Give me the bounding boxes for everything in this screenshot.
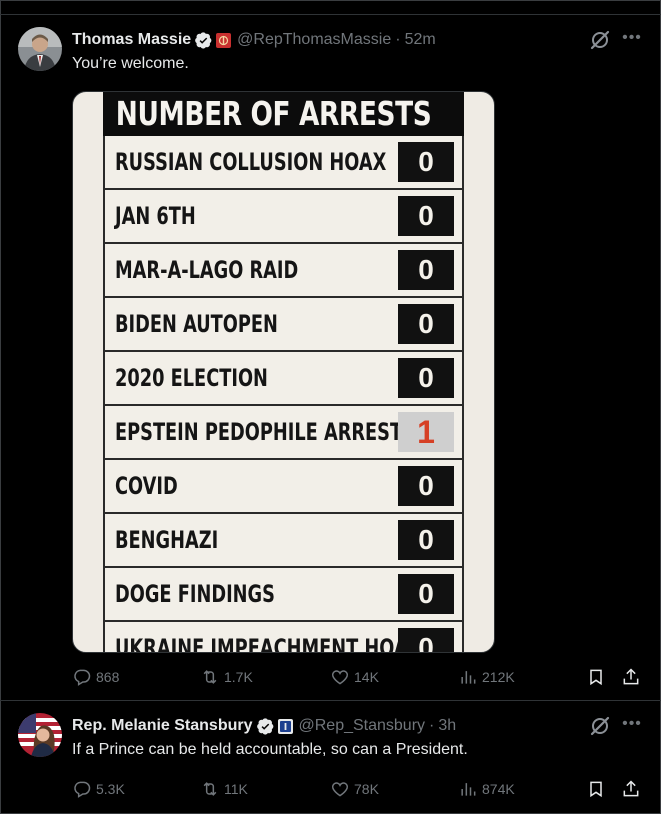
like-count: 78K	[354, 781, 379, 797]
post-text: If a Prince can be held accountable, so …	[72, 741, 468, 758]
post-time[interactable]: 3h	[438, 717, 456, 735]
board-rows: RUSSIAN COLLUSION HOAX 0 JAN 6TH 0 MAR-A-LAG…	[103, 136, 464, 653]
board-row-value: 0	[398, 250, 454, 290]
post-header: Rep. Melanie Stansbury @Rep_Stansbury · …	[72, 716, 456, 736]
reply-count: 5.3K	[96, 781, 125, 797]
board-row-label: UKRAINE IMPEACHMENT HOAX	[115, 634, 422, 653]
reply-button[interactable]: 868	[72, 665, 119, 689]
grok-icon[interactable]	[589, 715, 611, 737]
reply-button[interactable]: 5.3K	[72, 777, 125, 801]
house-seal-icon[interactable]	[277, 718, 293, 734]
board-row-value: 0	[398, 574, 454, 614]
board-row-label: DOGE FINDINGS	[115, 580, 275, 608]
share-button[interactable]	[621, 665, 641, 689]
heart-icon	[331, 782, 349, 797]
board-row-value: 0	[398, 520, 454, 560]
author-name[interactable]: Rep. Melanie Stansbury	[72, 717, 253, 735]
separator: ·	[429, 717, 435, 734]
board-row-value: 0	[398, 358, 454, 398]
post-time[interactable]: 52m	[405, 31, 436, 49]
more-options-icon[interactable]: •••	[621, 29, 643, 51]
heart-icon	[331, 670, 349, 685]
verified-badge-icon	[195, 31, 212, 49]
repost-button[interactable]: 1.7K	[200, 665, 253, 689]
avatar[interactable]	[18, 27, 62, 71]
repost-count: 1.7K	[224, 669, 253, 685]
share-icon	[623, 668, 639, 685]
action-bar: 868 1.7K 14K 212K	[72, 665, 644, 689]
view-count: 212K	[482, 669, 515, 685]
repost-button[interactable]: 11K	[200, 777, 248, 801]
bookmark-icon	[590, 781, 602, 798]
reply-icon	[74, 781, 91, 798]
bookmark-icon	[590, 669, 602, 686]
board-row-value: 0	[398, 142, 454, 182]
views-icon	[461, 671, 476, 684]
board-row-label: 2020 ELECTION	[115, 364, 268, 392]
post-text: You’re welcome.	[72, 55, 189, 72]
views-icon	[461, 783, 476, 796]
board-row: DOGE FINDINGS 0	[103, 568, 464, 622]
board-row-label: RUSSIAN COLLUSION HOAX	[115, 148, 387, 176]
action-bar: 5.3K 11K 78K 874K	[72, 777, 644, 801]
board-row-label: BIDEN AUTOPEN	[115, 310, 278, 338]
board-row-label: EPSTEIN PEDOPHILE ARRESTS	[115, 418, 415, 446]
post[interactable]: Thomas Massie @RepThomasMassie · 52m •••…	[0, 14, 661, 700]
author-handle[interactable]: @RepThomasMassie	[237, 31, 391, 49]
house-seal-icon[interactable]	[216, 32, 232, 48]
board-row: BIDEN AUTOPEN 0	[103, 298, 464, 352]
board-row-label: BENGHAZI	[115, 526, 219, 554]
avatar[interactable]	[18, 713, 62, 757]
repost-count: 11K	[224, 781, 248, 797]
board-row-label: JAN 6TH	[115, 202, 196, 230]
board-row: RUSSIAN COLLUSION HOAX 0	[103, 136, 464, 190]
board-row: COVID 0	[103, 460, 464, 514]
board-row: EPSTEIN PEDOPHILE ARRESTS 1	[103, 406, 464, 460]
bookmark-button[interactable]	[586, 777, 606, 801]
repost-icon	[203, 782, 217, 796]
verified-badge-icon	[256, 717, 274, 735]
like-count: 14K	[354, 669, 379, 685]
board-row-value: 0	[398, 304, 454, 344]
post-image[interactable]: NUMBER OF ARRESTS RUSSIAN COLLUSION HOAX…	[72, 91, 495, 653]
view-count: 874K	[482, 781, 515, 797]
like-button[interactable]: 14K	[330, 665, 379, 689]
share-button[interactable]	[621, 777, 641, 801]
board-row-value: 1	[398, 412, 454, 452]
board-row: 2020 ELECTION 0	[103, 352, 464, 406]
board-row-label: MAR-A-LAGO RAID	[115, 256, 299, 284]
reply-icon	[74, 669, 91, 686]
board-row: MAR-A-LAGO RAID 0	[103, 244, 464, 298]
share-icon	[623, 780, 639, 797]
board-row-value: 0	[398, 196, 454, 236]
board-row-label: COVID	[115, 472, 178, 500]
bookmark-button[interactable]	[586, 665, 606, 689]
like-button[interactable]: 78K	[330, 777, 379, 801]
more-options-icon[interactable]: •••	[621, 715, 643, 737]
repost-icon	[203, 670, 217, 684]
separator: ·	[395, 31, 401, 48]
grok-icon[interactable]	[589, 29, 611, 51]
post[interactable]: Rep. Melanie Stansbury @Rep_Stansbury · …	[0, 700, 661, 814]
post-header: Thomas Massie @RepThomasMassie · 52m	[72, 30, 436, 50]
board-row: JAN 6TH 0	[103, 190, 464, 244]
board-row-value: 0	[398, 466, 454, 506]
board-row-value: 0	[398, 628, 454, 652]
author-handle[interactable]: @Rep_Stansbury	[299, 717, 426, 735]
reply-count: 868	[96, 669, 120, 685]
author-name[interactable]: Thomas Massie	[72, 31, 191, 49]
views-button[interactable]: 212K	[458, 665, 515, 689]
board-row: UKRAINE IMPEACHMENT HOAX 0	[103, 622, 464, 653]
board-row: BENGHAZI 0	[103, 514, 464, 568]
board-title: NUMBER OF ARRESTS	[103, 92, 432, 136]
views-button[interactable]: 874K	[458, 777, 515, 801]
